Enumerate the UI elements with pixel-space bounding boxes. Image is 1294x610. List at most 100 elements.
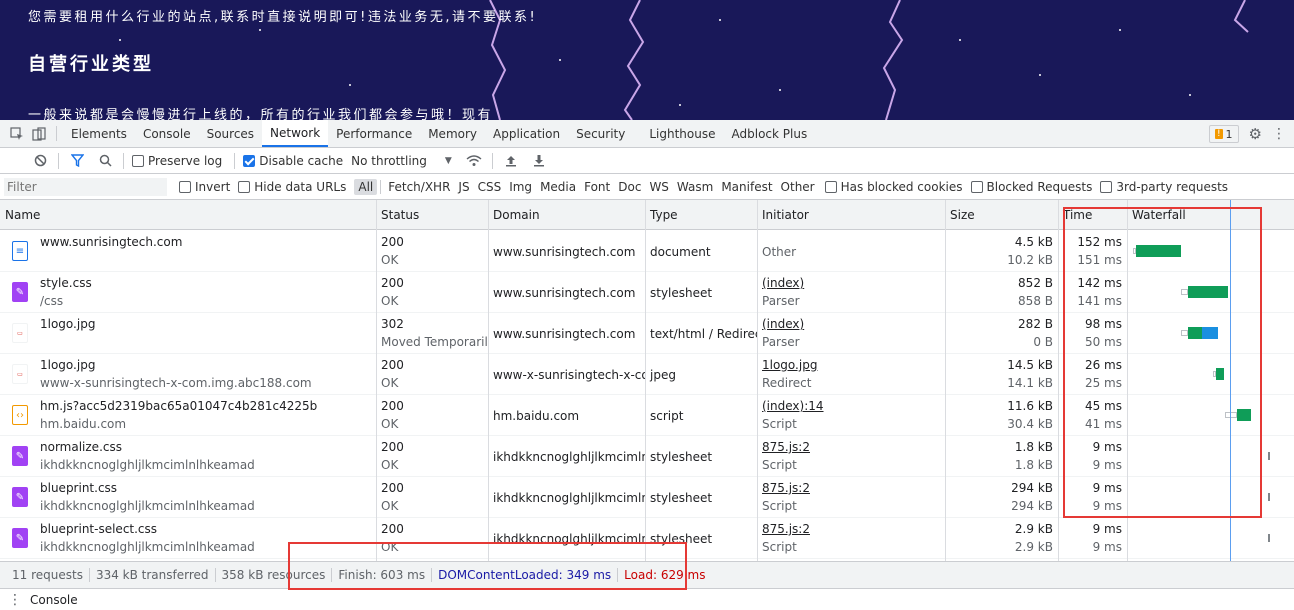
tab-sources[interactable]: Sources <box>199 120 262 147</box>
inspect-element-icon[interactable] <box>6 120 28 147</box>
column-divider[interactable] <box>1058 200 1059 561</box>
third-party-requests-checkbox[interactable]: 3rd-party requests <box>1100 180 1228 194</box>
hide-data-urls-checkbox[interactable]: Hide data URLs <box>238 180 346 194</box>
throttling-select[interactable]: No throttling ▼ <box>351 154 452 168</box>
type-filter-css[interactable]: CSS <box>474 179 506 195</box>
blocked-requests-box[interactable] <box>970 180 983 193</box>
request-path: ikhdkkncnoglghljlkmcimlnlhkeamad <box>40 499 255 513</box>
status-code: 200 <box>381 481 404 495</box>
import-har-upload-icon[interactable] <box>497 148 525 174</box>
tab-memory[interactable]: Memory <box>420 120 485 147</box>
type-filter-font[interactable]: Font <box>580 179 614 195</box>
preserve-log-box[interactable] <box>132 154 144 167</box>
resource-size: 858 B <box>1018 294 1053 308</box>
disable-cache-box[interactable] <box>243 154 256 167</box>
tab-security[interactable]: Security <box>568 120 633 147</box>
type-filter-js[interactable]: JS <box>454 179 473 195</box>
blocked-requests-checkbox[interactable]: Blocked Requests <box>970 180 1092 194</box>
tab-console[interactable]: Console <box>135 120 199 147</box>
cell-name[interactable]: ▭ 1logo.jpg www-x-sunrisingtech-x-com.im… <box>0 354 376 395</box>
issues-badge[interactable]: ! 1 <box>1208 125 1239 143</box>
type-filter-doc[interactable]: Doc <box>614 179 645 195</box>
tab-network[interactable]: Network <box>262 120 329 147</box>
tab-adblock-plus[interactable]: Adblock Plus <box>724 120 816 147</box>
column-divider[interactable] <box>376 200 377 561</box>
request-domain: www.sunrisingtech.com <box>493 286 636 300</box>
drawer-tab-console[interactable]: Console <box>30 593 78 607</box>
cell-name[interactable]: ✎ blueprint.css ikhdkkncnoglghljlkmcimln… <box>0 477 376 518</box>
third-party-requests-box[interactable] <box>1100 180 1113 193</box>
column-divider[interactable] <box>757 200 758 561</box>
request-path: hm.baidu.com <box>40 417 127 431</box>
export-har-download-icon[interactable] <box>525 148 553 174</box>
type-filter-wasm[interactable]: Wasm <box>673 179 717 195</box>
cell-name[interactable]: ✎ normalize.css ikhdkkncnoglghljlkmcimln… <box>0 436 376 477</box>
more-options-icon[interactable]: ⋮ <box>1272 126 1286 142</box>
status-code: 200 <box>381 235 404 249</box>
column-divider[interactable] <box>645 200 646 561</box>
cell-name[interactable]: ‹› hm.js?acc5d2319bac65a01047c4b281c4225… <box>0 395 376 436</box>
column-divider[interactable] <box>488 200 489 561</box>
disable-cache-checkbox[interactable]: Disable cache <box>243 154 343 168</box>
type-filter-ws[interactable]: WS <box>645 179 672 195</box>
initiator-link[interactable]: (index):14 <box>762 399 824 413</box>
status-code: 200 <box>381 358 404 372</box>
tab-performance[interactable]: Performance <box>328 120 420 147</box>
initiator-link[interactable]: 875.js:2 <box>762 440 810 454</box>
device-toolbar-icon[interactable] <box>28 120 50 147</box>
column-divider[interactable] <box>945 200 946 561</box>
column-header-initiator[interactable]: Initiator <box>757 200 809 230</box>
filter-input[interactable] <box>4 177 167 196</box>
cell-initiator: 875.js:2 Script <box>757 518 945 559</box>
initiator-type: Script <box>762 417 797 431</box>
invert-checkbox[interactable]: Invert <box>179 180 230 194</box>
tab-lighthouse[interactable]: Lighthouse <box>633 120 723 147</box>
cell-size: 14.5 kB 14.1 kB <box>945 354 1058 395</box>
type-filter-fetch-xhr[interactable]: Fetch/XHR <box>384 179 454 195</box>
column-header-type[interactable]: Type <box>645 200 678 230</box>
initiator-link: Other <box>762 245 797 259</box>
has-blocked-cookies-checkbox[interactable]: Has blocked cookies <box>824 179 963 194</box>
cell-size: 4.5 kB 10.2 kB <box>945 231 1058 272</box>
type-filter-manifest[interactable]: Manifest <box>717 179 776 195</box>
tab-application[interactable]: Application <box>485 120 568 147</box>
network-conditions-wifi-icon[interactable] <box>460 148 488 174</box>
has-blocked-cookies-label: Has blocked cookies <box>840 179 963 194</box>
column-header-name[interactable]: Name <box>0 200 40 230</box>
request-type: stylesheet <box>650 450 713 464</box>
search-icon[interactable] <box>91 148 119 174</box>
has-blocked-cookies-box[interactable] <box>824 180 837 193</box>
type-filter-img[interactable]: Img <box>505 179 536 195</box>
invert-box[interactable] <box>179 180 191 193</box>
status-code: 200 <box>381 522 404 536</box>
initiator-link[interactable]: (index) <box>762 276 804 290</box>
cell-type: script <box>645 395 757 436</box>
waterfall-bar[interactable] <box>1268 452 1270 460</box>
column-header-domain[interactable]: Domain <box>488 200 540 230</box>
settings-gear-icon[interactable]: ⚙ <box>1249 125 1262 143</box>
type-filter-media[interactable]: Media <box>536 179 580 195</box>
initiator-link[interactable]: 875.js:2 <box>762 522 810 536</box>
cell-name[interactable]: ▭ 1logo.jpg <box>0 313 376 354</box>
initiator-link[interactable]: 875.js:2 <box>762 481 810 495</box>
type-filter-all[interactable]: All <box>354 178 378 195</box>
waterfall-bar[interactable] <box>1268 534 1270 542</box>
request-name: 1logo.jpg <box>40 317 96 331</box>
column-header-size[interactable]: Size <box>945 200 975 230</box>
waterfall-bar[interactable] <box>1268 493 1270 501</box>
clear-icon[interactable] <box>26 148 54 174</box>
initiator-link[interactable]: 1logo.jpg <box>762 358 817 372</box>
stylesheet-icon: ✎ <box>12 528 28 548</box>
tab-elements[interactable]: Elements <box>63 120 135 147</box>
preserve-log-checkbox[interactable]: Preserve log <box>132 154 222 168</box>
stylesheet-icon: ✎ <box>12 446 28 466</box>
cell-name[interactable]: ✎ style.css /css <box>0 272 376 313</box>
hide-data-urls-box[interactable] <box>238 180 251 193</box>
cell-name[interactable]: ≡ www.sunrisingtech.com <box>0 231 376 272</box>
type-filter-other[interactable]: Other <box>777 179 819 195</box>
initiator-link[interactable]: (index) <box>762 317 804 331</box>
column-header-status[interactable]: Status <box>376 200 419 230</box>
drawer-menu-icon[interactable]: ⋮ <box>0 592 30 608</box>
filter-funnel-icon[interactable] <box>63 148 91 174</box>
request-name: www.sunrisingtech.com <box>40 235 183 249</box>
